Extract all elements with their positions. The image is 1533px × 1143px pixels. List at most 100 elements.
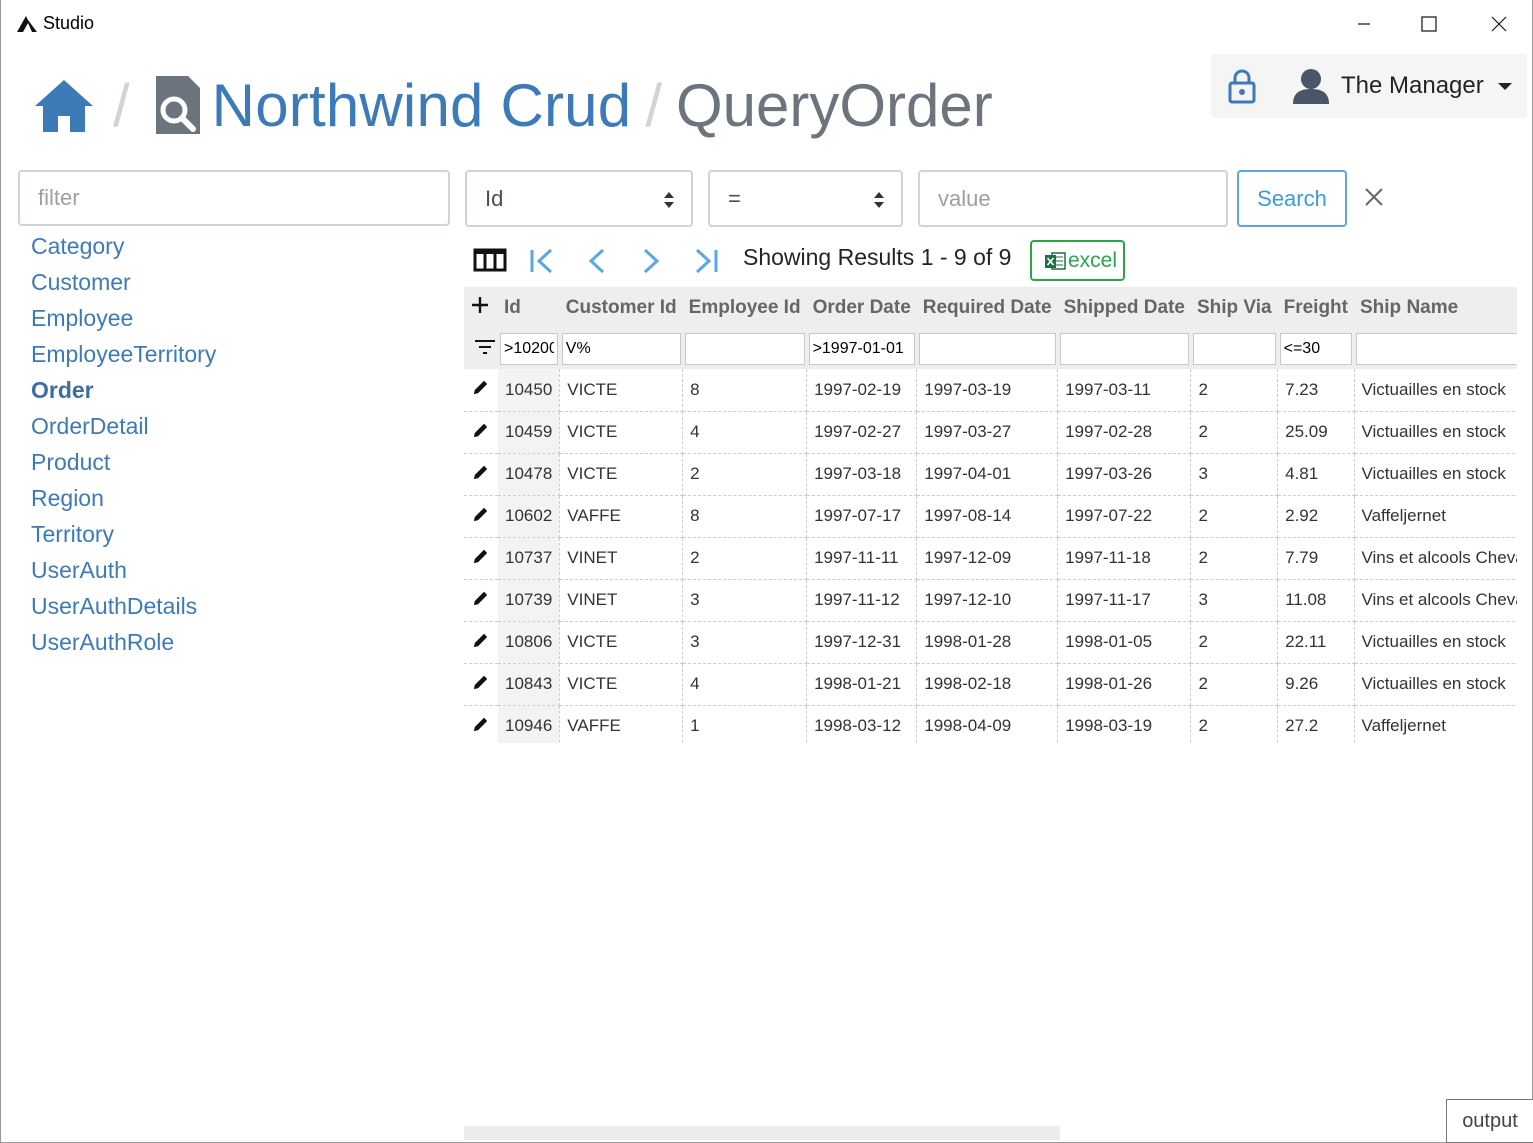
table-cell: Vaffeljernet: [1354, 705, 1517, 743]
table-cell: 1998-02-18: [916, 663, 1059, 706]
user-name[interactable]: The Manager: [1341, 72, 1484, 100]
edit-row-button[interactable]: [464, 411, 498, 454]
column-header-customer-id[interactable]: Customer Id: [559, 287, 683, 329]
table-cell: 1997-11-11: [806, 537, 918, 580]
column-filter-input[interactable]: [1059, 333, 1189, 365]
column-header-ship-via[interactable]: Ship Via: [1190, 287, 1278, 329]
search-button[interactable]: Search: [1237, 170, 1347, 227]
column-filter-input[interactable]: [561, 333, 681, 365]
app-window: Studio / Northwind Crud / QueryOrder The…: [0, 0, 1533, 1143]
table-row[interactable]: 10946 VAFFE 1 1998-03-12 1998-04-09 1998-03-1…: [464, 705, 1517, 743]
add-row-button[interactable]: [464, 287, 498, 329]
table-cell: 1997-12-31: [806, 621, 918, 664]
columns-icon[interactable]: [473, 247, 507, 273]
table-cell: 10739: [498, 579, 561, 622]
table-cell: 7.79: [1277, 537, 1355, 580]
sidebar-item-product[interactable]: Product: [31, 444, 216, 480]
column-filter-input[interactable]: [500, 333, 558, 365]
page-title: QueryOrder: [675, 72, 993, 139]
column-header-id[interactable]: Id: [498, 287, 560, 329]
column-header-required-date[interactable]: Required Date: [916, 287, 1058, 329]
column-filter-input[interactable]: [1192, 333, 1276, 365]
edit-row-button[interactable]: [464, 663, 498, 706]
edit-row-button[interactable]: [464, 621, 498, 664]
table-row[interactable]: 10843 VICTE 4 1998-01-21 1998-02-18 1998-01-2…: [464, 663, 1517, 706]
minimize-button[interactable]: [1341, 8, 1387, 40]
table-row[interactable]: 10806 VICTE 3 1997-12-31 1998-01-28 1998-01-0…: [464, 621, 1517, 664]
column-filter-input[interactable]: [1279, 333, 1352, 365]
table-row[interactable]: 10739 VINET 3 1997-11-12 1997-12-10 1997-11-1…: [464, 579, 1517, 622]
table-row[interactable]: 10450 VICTE 8 1997-02-19 1997-03-19 1997-03-1…: [464, 369, 1517, 412]
sidebar-item-territory[interactable]: Territory: [31, 516, 216, 552]
sidebar-item-userauthrole[interactable]: UserAuthRole: [31, 624, 216, 660]
table-row[interactable]: 10478 VICTE 2 1997-03-18 1997-04-01 1997-03-2…: [464, 453, 1517, 496]
sidebar-item-orderdetail[interactable]: OrderDetail: [31, 408, 216, 444]
sidebar-item-order[interactable]: Order: [31, 372, 216, 408]
home-icon[interactable]: [33, 78, 95, 134]
sidebar-item-category[interactable]: Category: [31, 228, 216, 264]
sidebar-item-employee[interactable]: Employee: [31, 300, 216, 336]
column-header-ship-name[interactable]: Ship Name: [1354, 287, 1517, 329]
filter-toggle[interactable]: [464, 329, 498, 369]
pencil-icon: [474, 675, 488, 689]
edit-row-button[interactable]: [464, 579, 498, 622]
table-cell: Vins et alcools Chevalier: [1354, 537, 1517, 580]
lock-icon[interactable]: [1227, 68, 1257, 104]
column-header-order-date[interactable]: Order Date: [806, 287, 917, 329]
column-filter-input[interactable]: [684, 333, 805, 365]
maximize-button[interactable]: [1406, 8, 1452, 40]
excel-export-button[interactable]: excel: [1030, 240, 1125, 281]
table-cell: 10450: [498, 369, 561, 412]
column-header-employee-id[interactable]: Employee Id: [682, 287, 807, 329]
column-filter-input[interactable]: [1356, 333, 1517, 365]
last-page-icon[interactable]: [693, 247, 719, 275]
caret-down-icon[interactable]: [1497, 81, 1512, 91]
column-filter-input[interactable]: [808, 333, 915, 365]
clear-search-icon[interactable]: [1363, 186, 1385, 208]
value-input[interactable]: [918, 170, 1228, 227]
table-row[interactable]: 10602 VAFFE 8 1997-07-17 1997-08-14 1997-07-2…: [464, 495, 1517, 538]
sidebar-item-customer[interactable]: Customer: [31, 264, 216, 300]
horizontal-scrollbar[interactable]: [464, 1126, 1060, 1140]
column-header-freight[interactable]: Freight: [1277, 287, 1354, 329]
table-cell: 2: [1190, 411, 1279, 454]
previous-page-icon[interactable]: [587, 247, 607, 275]
table-cell: 1997-03-26: [1057, 453, 1192, 496]
filter-cell: [806, 329, 917, 369]
table-cell: 2: [1190, 663, 1279, 706]
table-cell: 10806: [498, 621, 561, 664]
table-cell: 2: [682, 537, 808, 580]
field-select[interactable]: Id: [465, 170, 693, 227]
table-cell: 1997-11-18: [1057, 537, 1192, 580]
sidebar-item-employeeterritory[interactable]: EmployeeTerritory: [31, 336, 216, 372]
column-filter-input[interactable]: [918, 333, 1056, 365]
edit-row-button[interactable]: [464, 369, 498, 412]
sidebar-filter-input[interactable]: [18, 170, 450, 226]
sidebar-item-userauth[interactable]: UserAuth: [31, 552, 216, 588]
results-table: Id Customer Id Employee Id Order Date Requir…: [464, 287, 1517, 743]
table-header-row: Id Customer Id Employee Id Order Date Requir…: [464, 287, 1517, 329]
edit-row-button[interactable]: [464, 495, 498, 538]
table-cell: 1998-01-26: [1057, 663, 1192, 706]
edit-row-button[interactable]: [464, 537, 498, 580]
sidebar-item-userauthdetails[interactable]: UserAuthDetails: [31, 588, 216, 624]
table-row[interactable]: 10737 VINET 2 1997-11-11 1997-12-09 1997-11-1…: [464, 537, 1517, 580]
table-cell: 1: [682, 705, 808, 743]
table-row[interactable]: 10459 VICTE 4 1997-02-27 1997-03-27 1997-02-2…: [464, 411, 1517, 454]
plus-icon: [472, 297, 488, 313]
table-cell: 1997-02-19: [806, 369, 918, 412]
breadcrumb: / Northwind Crud / QueryOrder: [33, 66, 993, 146]
column-header-shipped-date[interactable]: Shipped Date: [1057, 287, 1191, 329]
edit-row-button[interactable]: [464, 453, 498, 496]
close-button[interactable]: [1476, 8, 1522, 40]
breadcrumb-app-link[interactable]: Northwind Crud: [212, 76, 632, 136]
table-cell: 1998-01-28: [916, 621, 1059, 664]
filter-cell: [498, 329, 560, 369]
output-button[interactable]: output: [1446, 1099, 1533, 1143]
select-arrows-icon: [874, 192, 884, 208]
first-page-icon[interactable]: [529, 247, 555, 275]
sidebar-item-region[interactable]: Region: [31, 480, 216, 516]
edit-row-button[interactable]: [464, 705, 498, 743]
operator-select[interactable]: =: [708, 170, 903, 227]
next-page-icon[interactable]: [641, 247, 661, 275]
